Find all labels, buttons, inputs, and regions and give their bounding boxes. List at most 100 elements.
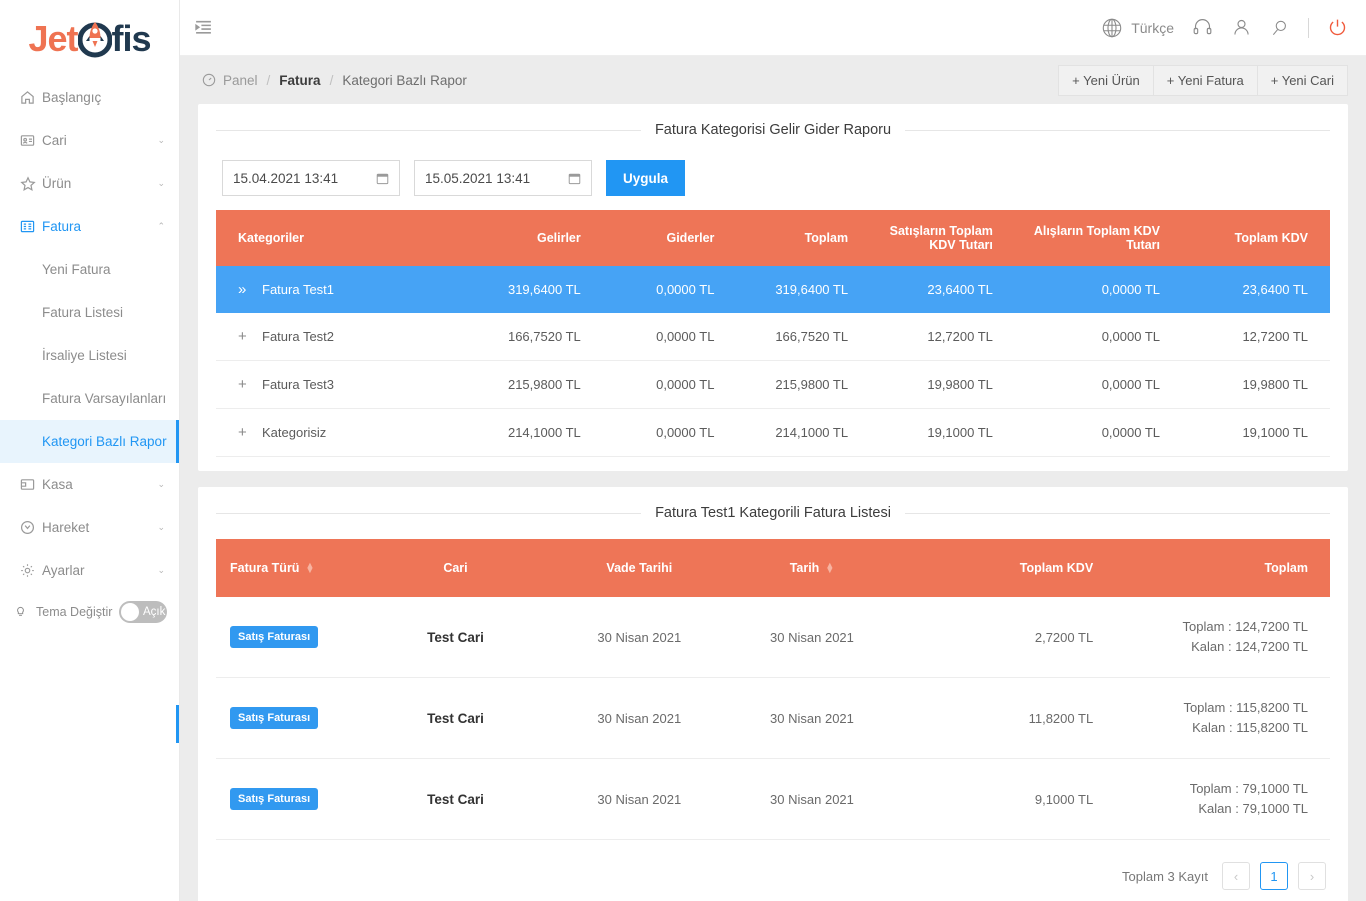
expand-icon[interactable]: » (238, 281, 252, 298)
kalan-value: Kalan : 124,7200 TL (1191, 639, 1308, 654)
new-invoice-button[interactable]: + Yeni Fatura (1152, 64, 1258, 96)
language-selector[interactable]: Türkçe (1101, 17, 1174, 39)
cell-giderler: 0,0000 TL (594, 266, 729, 313)
end-date-input[interactable]: 15.05.2021 13:41 (414, 160, 592, 196)
col-gelirler[interactable]: Gelirler (449, 210, 595, 266)
divider-left (216, 129, 641, 131)
pagination-page-1[interactable]: 1 (1260, 862, 1288, 890)
table-row[interactable]: + Fatura Test3 215,9800 TL 0,0000 TL 215… (216, 360, 1330, 409)
sidebar-item-urun[interactable]: Ürün ⌄ (0, 162, 179, 205)
sidebar: Jet fis Başlangıç Cari ⌄ Ürün ⌄ Fatura ⌃… (0, 0, 180, 901)
breadcrumb-panel[interactable]: Panel (223, 73, 258, 88)
expand-icon[interactable]: + (238, 376, 252, 393)
sidebar-subitem-yeni-fatura[interactable]: Yeni Fatura (0, 248, 179, 291)
col-alislarin-toplam-kdv[interactable]: Alışların Toplam KDV Tutarı (1006, 210, 1174, 266)
sidebar-item-label: Cari (42, 133, 67, 148)
sort-icon[interactable]: ▲ ▼ (305, 561, 314, 575)
sidebar-item-cari[interactable]: Cari ⌄ (0, 119, 179, 162)
table-header: Kategoriler Gelirler Giderler Toplam Sat… (216, 210, 1330, 266)
col-giderler[interactable]: Giderler (594, 210, 729, 266)
sidebar-item-ayarlar[interactable]: Ayarlar ⌄ (0, 549, 179, 592)
cell-toplam-kdv: 9,1000 TL (895, 758, 1108, 840)
breadcrumb-fatura[interactable]: Fatura (279, 73, 320, 88)
table-row[interactable]: + Kategorisiz 214,1000 TL 0,0000 TL 214,… (216, 408, 1330, 457)
sidebar-subitem-kategori-bazli-rapor[interactable]: Kategori Bazlı Rapor (0, 420, 179, 463)
theme-switch-row: Tema Değiştir Açık (0, 592, 179, 632)
cell-giderler: 0,0000 TL (594, 408, 729, 457)
col-kategoriler[interactable]: Kategoriler (216, 210, 450, 266)
language-label: Türkçe (1131, 19, 1174, 36)
pagination-next[interactable]: › (1298, 862, 1326, 890)
theme-toggle[interactable]: Açık (119, 601, 167, 623)
sidebar-item-baslangic[interactable]: Başlangıç (0, 76, 179, 119)
cell-category: + Fatura Test3 (216, 360, 450, 409)
headset-icon[interactable] (1192, 17, 1213, 38)
sidebar-item-label: Ayarlar (42, 563, 85, 578)
breadcrumb-current-page: Kategori Bazlı Rapor (342, 72, 467, 88)
col-toplam[interactable]: Toplam (728, 210, 863, 266)
expand-icon[interactable]: + (238, 424, 252, 441)
rocket-logo-icon (77, 20, 112, 58)
record-count: Toplam 3 Kayıt (1122, 868, 1208, 884)
calendar-icon[interactable] (568, 172, 581, 185)
sidebar-item-kasa[interactable]: Kasa ⌄ (0, 463, 179, 506)
sidebar-scrollbar[interactable] (176, 705, 179, 743)
chevron-down-icon: ⌄ (157, 479, 165, 489)
col-vade-tarihi[interactable]: Vade Tarihi (550, 539, 729, 597)
sort-icon[interactable]: ▲ ▼ (825, 561, 834, 575)
sidebar-subitem-fatura-listesi[interactable]: Fatura Listesi (0, 291, 179, 334)
cell-alis-kdv: 0,0000 TL (1006, 360, 1174, 409)
new-product-button[interactable]: + Yeni Ürün (1058, 64, 1154, 96)
cell-fatura-turu: Satış Faturası (216, 677, 361, 759)
activity-icon (20, 520, 42, 535)
cell-gelirler: 215,9800 TL (449, 360, 595, 409)
status-badge[interactable]: Satış Faturası (230, 707, 319, 729)
user-icon[interactable] (1231, 17, 1252, 38)
logo-text-primary: Jet (28, 18, 78, 59)
cell-toplam: Toplam : 124,7200 TL Kalan : 124,7200 TL (1107, 597, 1330, 678)
home-icon (20, 90, 42, 105)
sidebar-item-hareket[interactable]: Hareket ⌄ (0, 506, 179, 549)
category-report-card: Fatura Kategorisi Gelir Gider Raporu 15.… (198, 104, 1348, 471)
table-row[interactable]: Satış Faturası Test Cari 30 Nisan 2021 3… (216, 758, 1330, 840)
col-toplam-kdv[interactable]: Toplam KDV (895, 539, 1108, 597)
invoice-icon (20, 219, 42, 234)
cell-satis-kdv: 19,1000 TL (862, 408, 1007, 457)
breadcrumb: Panel / Fatura / Kategori Bazlı Rapor (202, 73, 467, 88)
invoice-list-title-row: Fatura Test1 Kategorili Fatura Listesi (216, 487, 1330, 539)
col-tarih[interactable]: Tarih ▲ ▼ (728, 539, 896, 597)
expand-icon[interactable]: + (238, 328, 252, 345)
col-satislarin-toplam-kdv[interactable]: Satışların Toplam KDV Tutarı (862, 210, 1007, 266)
logo[interactable]: Jet fis (0, 0, 179, 72)
sidebar-item-fatura[interactable]: Fatura ⌃ (0, 205, 179, 248)
col-fatura-turu[interactable]: Fatura Türü ▲ ▼ (216, 539, 361, 597)
col-cari[interactable]: Cari (360, 539, 551, 597)
start-date-input[interactable]: 15.04.2021 13:41 (222, 160, 400, 196)
table-row[interactable]: Satış Faturası Test Cari 30 Nisan 2021 3… (216, 597, 1330, 678)
cell-alis-kdv: 0,0000 TL (1006, 408, 1174, 457)
pagination-prev[interactable]: ‹ (1222, 862, 1250, 890)
table-row[interactable]: Satış Faturası Test Cari 30 Nisan 2021 3… (216, 677, 1330, 759)
cell-vade-tarihi: 30 Nisan 2021 (550, 677, 729, 759)
content-scroll-area: Fatura Kategorisi Gelir Gider Raporu 15.… (180, 104, 1366, 901)
sidebar-subitem-irsaliye-listesi[interactable]: İrsaliye Listesi (0, 334, 179, 377)
cell-toplam: 214,1000 TL (728, 408, 863, 457)
report-title-row: Fatura Kategorisi Gelir Gider Raporu (216, 104, 1331, 156)
col-toplam-kdv[interactable]: Toplam KDV (1174, 210, 1330, 266)
table-row[interactable]: » Fatura Test1 319,6400 TL 0,0000 TL 319… (216, 266, 1330, 313)
status-badge[interactable]: Satış Faturası (230, 788, 319, 810)
power-icon[interactable] (1327, 17, 1348, 38)
divider (1308, 17, 1309, 38)
search-icon[interactable] (1270, 18, 1290, 38)
menu-collapse-icon[interactable] (194, 18, 213, 37)
cell-fatura-turu: Satış Faturası (216, 597, 361, 678)
sidebar-subitem-fatura-varsayilanlari[interactable]: Fatura Varsayılanları (0, 377, 179, 420)
breadcrumb-separator: / (329, 72, 334, 88)
cell-toplam: 166,7520 TL (728, 313, 863, 361)
apply-button[interactable]: Uygula (606, 160, 686, 196)
new-account-button[interactable]: + Yeni Cari (1256, 64, 1348, 96)
status-badge[interactable]: Satış Faturası (230, 626, 319, 648)
table-row[interactable]: + Fatura Test2 166,7520 TL 0,0000 TL 166… (216, 313, 1330, 361)
calendar-icon[interactable] (376, 172, 389, 185)
col-toplam[interactable]: Toplam (1107, 539, 1330, 597)
